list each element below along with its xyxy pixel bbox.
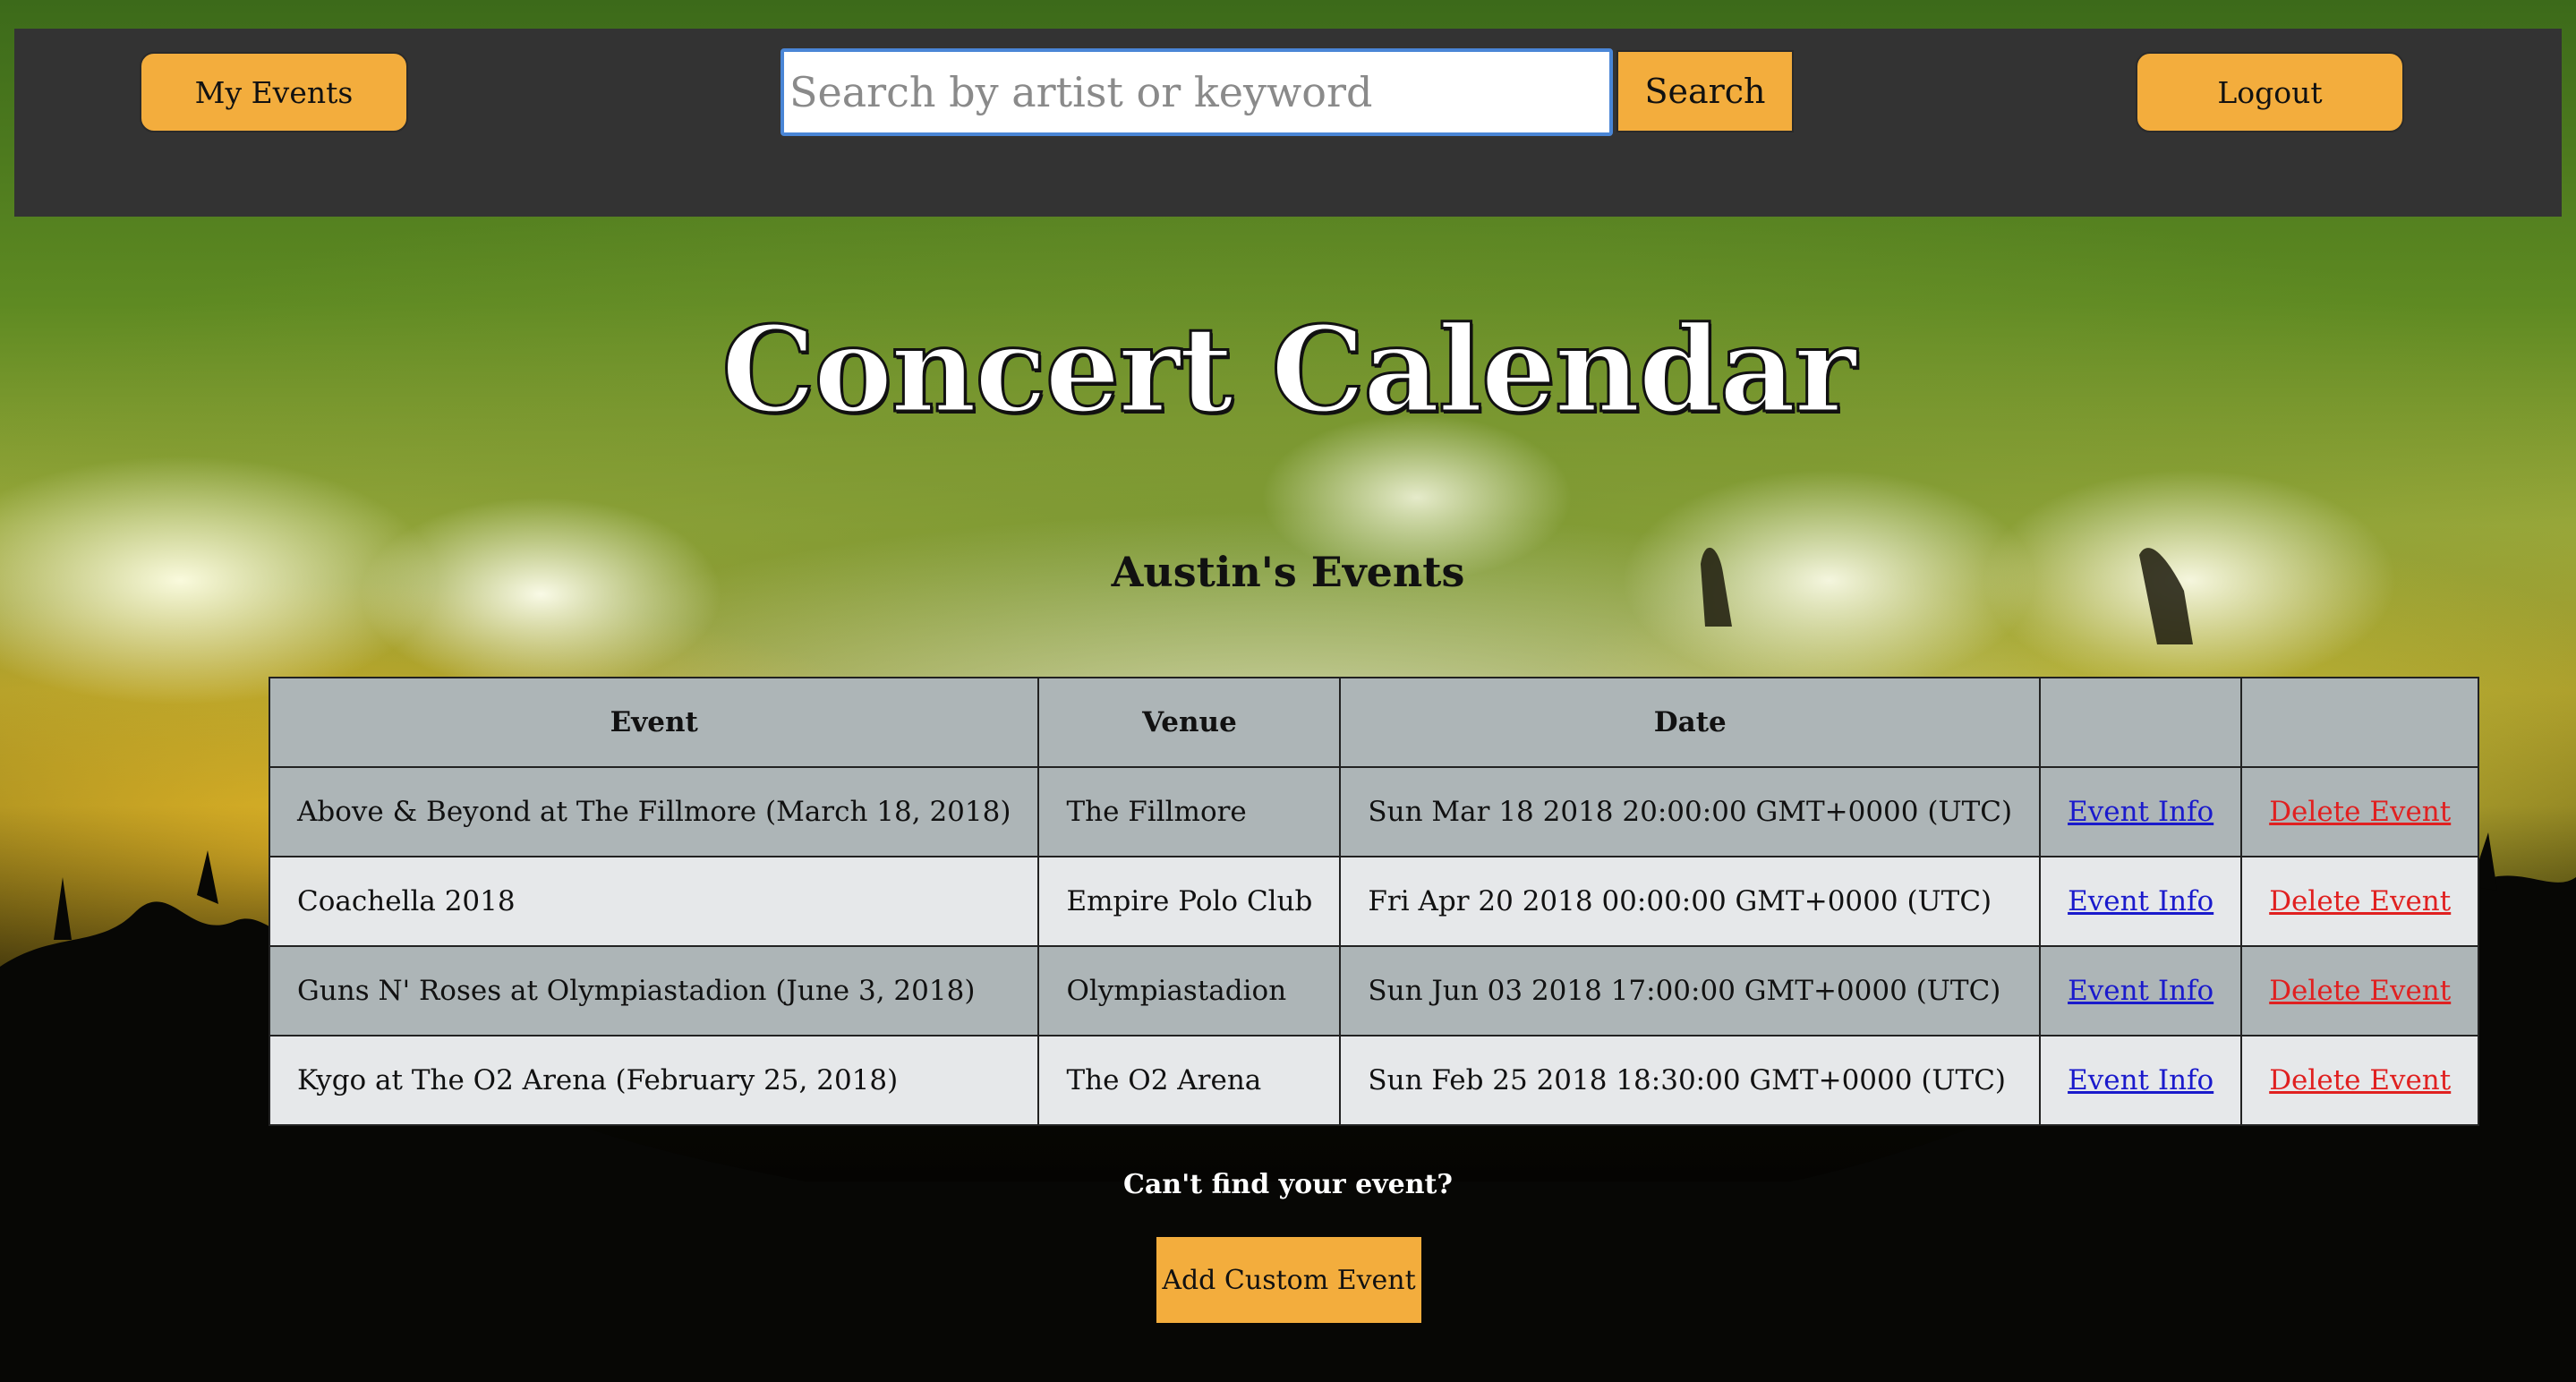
column-header-event: Event: [268, 677, 1040, 768]
delete-event-link[interactable]: Delete Event: [2269, 796, 2451, 828]
date-cell: Sun Mar 18 2018 20:00:00 GMT+0000 (UTC): [1339, 766, 2042, 857]
delete-event-cell: Delete Event: [2240, 766, 2480, 857]
table-row: Guns N' Roses at Olympiastadion (June 3,…: [268, 945, 2480, 1036]
column-header-venue: Venue: [1037, 677, 1342, 768]
table-row: Kygo at The O2 Arena (February 25, 2018)…: [268, 1035, 2480, 1126]
event-info-cell: Event Info: [2039, 1035, 2243, 1126]
delete-event-link[interactable]: Delete Event: [2269, 1064, 2451, 1096]
event-name-cell: Kygo at The O2 Arena (February 25, 2018): [268, 1035, 1040, 1126]
venue-cell: The Fillmore: [1037, 766, 1342, 857]
delete-event-cell: Delete Event: [2240, 1035, 2480, 1126]
table-row: Coachella 2018 Empire Polo Club Fri Apr …: [268, 856, 2480, 947]
events-table: Event Venue Date Above & Beyond at The F…: [268, 677, 2480, 1126]
event-info-link[interactable]: Event Info: [2068, 796, 2213, 828]
event-info-link[interactable]: Event Info: [2068, 975, 2213, 1007]
event-info-cell: Event Info: [2039, 766, 2243, 857]
delete-event-link[interactable]: Delete Event: [2269, 885, 2451, 917]
column-header-info: [2039, 677, 2243, 768]
event-name-cell: Above & Beyond at The Fillmore (March 18…: [268, 766, 1040, 857]
add-custom-event-button[interactable]: Add Custom Event: [1156, 1237, 1421, 1323]
page-title: Concert Calendar: [721, 301, 1858, 439]
my-events-button[interactable]: My Events: [140, 52, 408, 132]
table-row: Above & Beyond at The Fillmore (March 18…: [268, 766, 2480, 857]
table-header-row: Event Venue Date: [268, 677, 2480, 768]
event-info-link[interactable]: Event Info: [2068, 1064, 2213, 1096]
date-cell: Sun Jun 03 2018 17:00:00 GMT+0000 (UTC): [1339, 945, 2042, 1036]
event-info-link[interactable]: Event Info: [2068, 885, 2213, 917]
delete-event-cell: Delete Event: [2240, 856, 2480, 947]
column-header-date: Date: [1339, 677, 2042, 768]
event-info-cell: Event Info: [2039, 945, 2243, 1036]
event-name-cell: Coachella 2018: [268, 856, 1040, 947]
column-header-delete: [2240, 677, 2480, 768]
delete-event-link[interactable]: Delete Event: [2269, 975, 2451, 1007]
event-info-cell: Event Info: [2039, 856, 2243, 947]
date-cell: Fri Apr 20 2018 00:00:00 GMT+0000 (UTC): [1339, 856, 2042, 947]
date-cell: Sun Feb 25 2018 18:30:00 GMT+0000 (UTC): [1339, 1035, 2042, 1126]
delete-event-cell: Delete Event: [2240, 945, 2480, 1036]
events-subtitle: Austin's Events: [1111, 548, 1465, 596]
venue-cell: Empire Polo Club: [1037, 856, 1342, 947]
venue-cell: The O2 Arena: [1037, 1035, 1342, 1126]
venue-cell: Olympiastadion: [1037, 945, 1342, 1036]
event-name-cell: Guns N' Roses at Olympiastadion (June 3,…: [268, 945, 1040, 1036]
cant-find-event-text: Can't find your event?: [1122, 1169, 1453, 1200]
logout-button[interactable]: Logout: [2136, 52, 2404, 132]
search-button[interactable]: Search: [1616, 50, 1794, 132]
search-input[interactable]: [780, 48, 1613, 136]
